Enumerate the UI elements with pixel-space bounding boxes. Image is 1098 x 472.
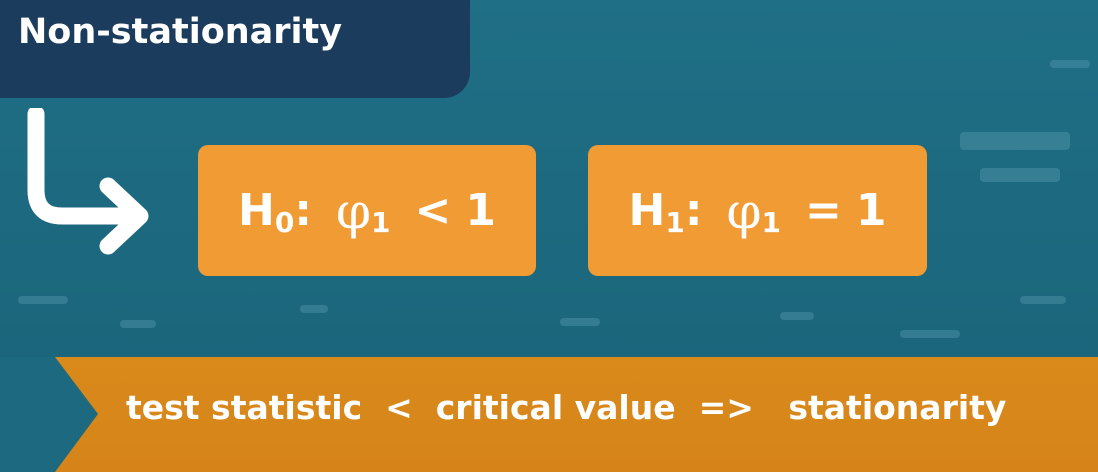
background-speck bbox=[780, 312, 814, 320]
rule-left: test statistic bbox=[126, 388, 363, 427]
page-title: Non-stationarity bbox=[18, 12, 343, 52]
background-speck bbox=[1050, 60, 1090, 68]
h1-phi-subscript: 1 bbox=[761, 206, 781, 239]
rule-implies: => bbox=[698, 388, 754, 427]
rule-op: < bbox=[385, 388, 413, 427]
background-speck bbox=[900, 330, 960, 338]
h0-letter: H bbox=[238, 185, 275, 236]
background-speck bbox=[1020, 296, 1066, 304]
null-hypothesis-box: H0: φ1 < 1 bbox=[198, 145, 536, 276]
background-speck bbox=[120, 320, 156, 328]
h0-colon: : bbox=[294, 185, 312, 236]
h0-subscript: 0 bbox=[274, 206, 295, 239]
rule-middle: critical value bbox=[435, 388, 676, 427]
rule-right: stationarity bbox=[788, 388, 1007, 427]
background-speck bbox=[980, 168, 1060, 182]
h1-letter: H bbox=[628, 185, 666, 236]
background-speck bbox=[18, 296, 68, 304]
background-speck bbox=[560, 318, 600, 326]
h0-phi-symbol: φ bbox=[335, 181, 371, 240]
h1-colon: : bbox=[684, 185, 703, 236]
h1-relation: = bbox=[804, 185, 842, 236]
h1-phi-symbol: φ bbox=[726, 181, 762, 240]
title-tab: Non-stationarity bbox=[0, 0, 470, 98]
h0-phi-subscript: 1 bbox=[370, 206, 391, 239]
background-speck bbox=[960, 132, 1070, 150]
decision-rule-text: test statistic < critical value => stati… bbox=[126, 388, 1006, 427]
curved-down-right-arrow-icon bbox=[27, 108, 149, 255]
chevron-right-icon bbox=[0, 357, 98, 472]
alternative-hypothesis-box: H1: φ1 = 1 bbox=[588, 145, 927, 276]
h1-value: 1 bbox=[855, 185, 887, 236]
h0-value: 1 bbox=[465, 185, 496, 236]
h1-subscript: 1 bbox=[665, 206, 685, 239]
h0-relation: < bbox=[414, 185, 452, 236]
background-speck bbox=[300, 305, 328, 313]
